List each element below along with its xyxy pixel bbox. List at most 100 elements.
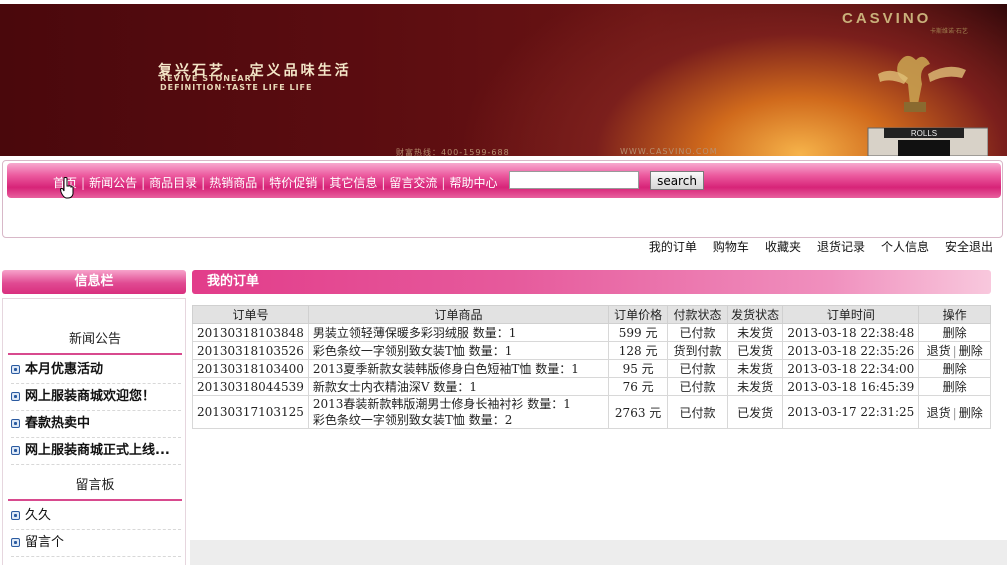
- col-time: 订单时间: [782, 305, 920, 324]
- goods-line: 彩色条纹一字领别致女装T恤 数量：2: [312, 413, 513, 427]
- search-input[interactable]: [509, 171, 639, 189]
- nav-item-help[interactable]: 帮助中心: [445, 174, 501, 191]
- op-separator: |: [952, 344, 957, 358]
- main-header: 我的订单: [192, 270, 991, 294]
- order-ops: 退货 | 删除: [918, 341, 991, 360]
- col-ops: 操作: [918, 305, 991, 324]
- nav-item-messages[interactable]: 留言交流: [385, 174, 441, 191]
- order-time: 2013-03-18 22:38:48: [782, 323, 920, 342]
- link-favorites[interactable]: 收藏夹: [765, 238, 801, 255]
- link-logout[interactable]: 安全退出: [945, 238, 993, 255]
- news-item[interactable]: 本月优惠活动: [11, 359, 181, 384]
- delete-link[interactable]: 删除: [943, 326, 967, 340]
- delete-link[interactable]: 删除: [943, 380, 967, 394]
- table-row: 20130318103400 2013夏季新款女装韩版修身白色短袖T恤 数量：1…: [192, 359, 991, 378]
- order-ops: 退货 | 删除: [918, 395, 991, 429]
- table-row: 20130318044539 新款女士内衣精油深V 数量：1 76 元 已付款 …: [192, 377, 991, 396]
- news-item[interactable]: 网上服装商城正式上线...: [11, 440, 181, 465]
- op-separator: |: [952, 405, 957, 420]
- nav-item-other[interactable]: 其它信息: [325, 174, 381, 191]
- bullet-icon: [11, 365, 20, 374]
- news-item-label: 网上服装商城欢迎您！: [25, 389, 156, 404]
- news-item-label: 春款热卖中: [25, 416, 91, 431]
- nav-item-catalog[interactable]: 商品目录: [145, 174, 201, 191]
- order-goods: 2013春装新款韩版潮男士修身长袖衬衫 数量：1 彩色条纹一字领别致女装T恤 数…: [307, 395, 610, 429]
- goods-line: 新款女士内衣精油深V 数量：1: [312, 379, 478, 394]
- order-id: 20130317103125: [192, 395, 309, 429]
- order-time: 2013-03-17 22:31:25: [782, 395, 920, 429]
- order-ship-status: 未发货: [726, 359, 784, 378]
- site-banner: 复兴石艺 · 定义品味生活 REVIVE STONEART DEFINITION…: [0, 4, 1007, 156]
- return-link[interactable]: 退货: [927, 406, 951, 420]
- nav-item-news[interactable]: 新闻公告: [85, 174, 141, 191]
- order-ops: 删除: [918, 377, 991, 396]
- order-id: 20130318103526: [192, 341, 309, 360]
- nav-item-hot[interactable]: 热销商品: [205, 174, 261, 191]
- message-item-label: 留言个: [25, 535, 65, 550]
- brand-logo-sub: 卡斯维诺·石艺: [930, 28, 968, 35]
- bullet-icon: [11, 419, 20, 428]
- order-pay-status: 货到付款: [667, 341, 728, 360]
- user-links: 我的订单 购物车 收藏夹 退货记录 个人信息 安全退出: [649, 238, 993, 255]
- news-item-label: 网上服装商城正式上线...: [25, 443, 170, 458]
- order-price: 128 元: [608, 341, 669, 360]
- order-price: 76 元: [608, 377, 669, 396]
- page-title: 我的订单: [207, 274, 260, 289]
- order-ship-status: 已发货: [726, 395, 784, 429]
- table-row: 20130318103526 彩色条纹一字领别致女装T恤 数量：1 128 元 …: [192, 341, 991, 360]
- order-pay-status: 已付款: [667, 359, 728, 378]
- col-order-id: 订单号: [192, 305, 309, 324]
- news-item[interactable]: 网上服装商城欢迎您！: [11, 386, 181, 411]
- link-my-orders[interactable]: 我的订单: [649, 238, 697, 255]
- bullet-icon: [11, 538, 20, 547]
- order-time: 2013-03-18 22:34:00: [782, 359, 920, 378]
- order-goods: 新款女士内衣精油深V 数量：1: [307, 377, 610, 396]
- link-cart[interactable]: 购物车: [713, 238, 749, 255]
- delete-link[interactable]: 删除: [959, 406, 983, 420]
- banner-subtitle-2: DEFINITION·TASTE LIFE LIFE: [160, 83, 313, 92]
- col-goods: 订单商品: [307, 305, 610, 324]
- table-row: 20130318103848 男装立领轻薄保暖多彩羽绒服 数量：1 599 元 …: [192, 323, 991, 342]
- banner-url: WWW.CASVINO.COM: [620, 147, 718, 156]
- order-id: 20130318103848: [192, 323, 309, 342]
- bullet-icon: [11, 392, 20, 401]
- message-item[interactable]: 留言个: [11, 532, 181, 557]
- nav-panel: 首页| 新闻公告| 商品目录| 热销商品| 特价促销| 其它信息| 留言交流| …: [2, 160, 1003, 238]
- goods-line: 彩色条纹一字领别致女装T恤 数量：1: [312, 343, 513, 358]
- order-time: 2013-03-18 22:35:26: [782, 341, 920, 360]
- order-pay-status: 已付款: [667, 395, 728, 429]
- rolls-ornament-icon: ROLLS: [867, 55, 988, 156]
- link-returns[interactable]: 退货记录: [817, 238, 865, 255]
- search-button[interactable]: search: [650, 171, 704, 190]
- sidebar: 新闻公告 本月优惠活动 网上服装商城欢迎您！ 春款热卖中 网上服装商城正式上线.…: [2, 298, 186, 565]
- order-goods: 彩色条纹一字领别致女装T恤 数量：1: [307, 341, 610, 360]
- bullet-icon: [11, 446, 20, 455]
- table-header-row: 订单号 订单商品 订单价格 付款状态 发货状态 订单时间 操作: [192, 305, 991, 324]
- delete-link[interactable]: 删除: [943, 362, 967, 376]
- order-pay-status: 已付款: [667, 377, 728, 396]
- news-item[interactable]: 春款热卖中: [11, 413, 181, 438]
- goods-line: 男装立领轻薄保暖多彩羽绒服 数量：1: [312, 325, 517, 340]
- link-profile[interactable]: 个人信息: [881, 238, 929, 255]
- news-section-title: 新闻公告: [8, 327, 182, 355]
- order-time: 2013-03-18 16:45:39: [782, 377, 920, 396]
- main-nav: 首页| 新闻公告| 商品目录| 热销商品| 特价促销| 其它信息| 留言交流| …: [7, 163, 1001, 198]
- orders-table: 订单号 订单商品 订单价格 付款状态 发货状态 订单时间 操作 20130318…: [192, 305, 991, 429]
- message-item-label: 久久: [25, 508, 52, 523]
- nav-item-sale[interactable]: 特价促销: [265, 174, 321, 191]
- footer-strip: [190, 540, 1007, 565]
- goods-line: 2013夏季新款女装韩版修身白色短袖T恤 数量：1: [312, 361, 579, 376]
- message-item[interactable]: 久久: [11, 505, 181, 530]
- return-link[interactable]: 退货: [927, 344, 951, 358]
- col-price: 订单价格: [608, 305, 669, 324]
- delete-link[interactable]: 删除: [959, 344, 983, 358]
- nav-items: 首页| 新闻公告| 商品目录| 热销商品| 特价促销| 其它信息| 留言交流| …: [49, 174, 501, 191]
- order-price: 599 元: [608, 323, 669, 342]
- order-price: 95 元: [608, 359, 669, 378]
- hand-cursor-icon: [60, 177, 74, 199]
- order-id: 20130318103400: [192, 359, 309, 378]
- brand-logo: CASVINO: [842, 10, 932, 27]
- table-row: 20130317103125 2013春装新款韩版潮男士修身长袖衬衫 数量：1 …: [192, 395, 991, 429]
- order-ship-status: 已发货: [726, 341, 784, 360]
- banner-phone: 财富热线：400-1599-688: [396, 148, 510, 156]
